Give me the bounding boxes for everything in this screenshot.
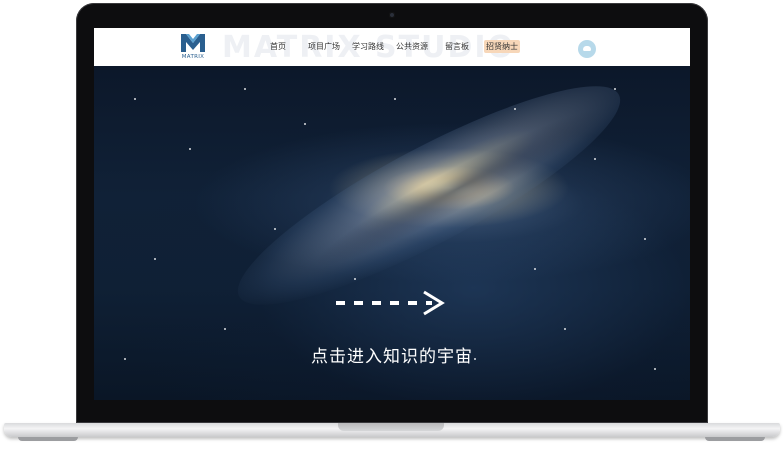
laptop-base-notch bbox=[338, 423, 444, 431]
laptop-foot-right bbox=[705, 437, 765, 441]
star bbox=[274, 228, 276, 230]
star bbox=[304, 123, 306, 125]
star bbox=[654, 368, 656, 370]
star bbox=[154, 258, 156, 260]
nav-item-home[interactable]: 首页 bbox=[270, 41, 286, 52]
laptop-screen: MATRIX STUDIO MATRIX 首页 项目广场 学习路线 公共资源 留… bbox=[94, 28, 690, 400]
star bbox=[514, 108, 516, 110]
star bbox=[614, 88, 616, 90]
star bbox=[134, 98, 136, 100]
matrix-logo[interactable]: MATRIX bbox=[180, 32, 206, 62]
star bbox=[394, 98, 396, 100]
top-navbar: MATRIX STUDIO MATRIX 首页 项目广场 学习路线 公共资源 留… bbox=[94, 28, 690, 66]
dashed-arrow-right-icon[interactable] bbox=[332, 288, 452, 318]
enter-universe-link[interactable]: 点击进入知识的宇宙 bbox=[94, 342, 690, 367]
cloud-icon[interactable] bbox=[578, 40, 596, 58]
nav-item-resources[interactable]: 公共资源 bbox=[396, 41, 428, 52]
nav-item-learning-path[interactable]: 学习路线 bbox=[352, 41, 384, 52]
star bbox=[644, 238, 646, 240]
star bbox=[244, 88, 246, 90]
star bbox=[189, 148, 191, 150]
star bbox=[594, 158, 596, 160]
star bbox=[534, 268, 536, 270]
logo-m-icon bbox=[181, 34, 205, 52]
star bbox=[354, 278, 356, 280]
logo-text: MATRIX bbox=[181, 54, 205, 60]
laptop-foot-left bbox=[18, 437, 78, 441]
star bbox=[224, 328, 226, 330]
camera-icon bbox=[389, 12, 395, 18]
star bbox=[564, 328, 566, 330]
nav-item-message-board[interactable]: 留言板 bbox=[445, 41, 469, 52]
nav-item-projects[interactable]: 项目广场 bbox=[308, 41, 340, 52]
nav-item-recruit[interactable]: 招贤纳士 bbox=[484, 40, 520, 53]
